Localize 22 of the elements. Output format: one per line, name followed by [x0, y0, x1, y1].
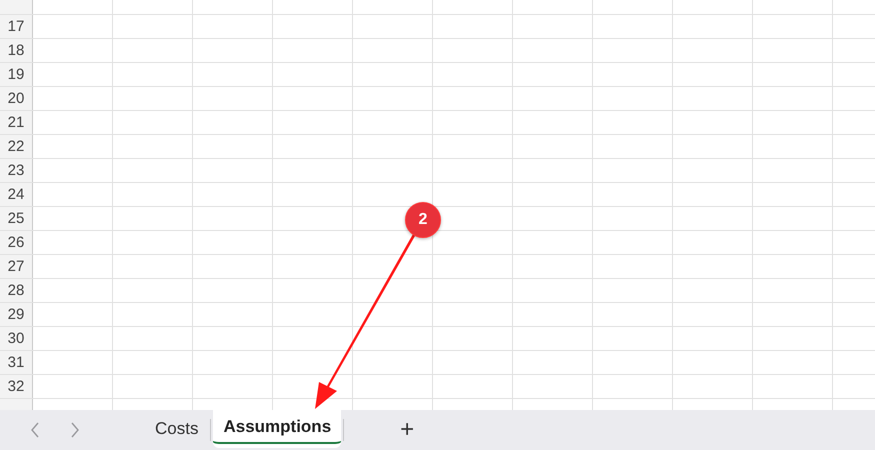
- chevron-left-icon[interactable]: [30, 422, 40, 438]
- row-number: 27: [0, 255, 33, 278]
- row-number: 30: [0, 327, 33, 350]
- add-sheet-button[interactable]: +: [394, 416, 420, 444]
- sheet-tab[interactable]: Costs: [145, 412, 208, 446]
- row-number: 21: [0, 111, 33, 134]
- row-number: 19: [0, 63, 33, 86]
- row-number: 23: [0, 159, 33, 182]
- sheet-tab[interactable]: Assumptions: [213, 410, 342, 448]
- row-number: 32: [0, 375, 33, 398]
- row-number: 28: [0, 279, 33, 302]
- step-badge: 2: [405, 202, 441, 238]
- row-number: 20: [0, 87, 33, 110]
- row-number: 25: [0, 207, 33, 230]
- row-number: 29: [0, 303, 33, 326]
- row-number: 22: [0, 135, 33, 158]
- chevron-right-icon[interactable]: [70, 422, 80, 438]
- row-number: 17: [0, 15, 33, 38]
- row-number: 31: [0, 351, 33, 374]
- row-number: 18: [0, 39, 33, 62]
- row-number: 24: [0, 183, 33, 206]
- row-number: 26: [0, 231, 33, 254]
